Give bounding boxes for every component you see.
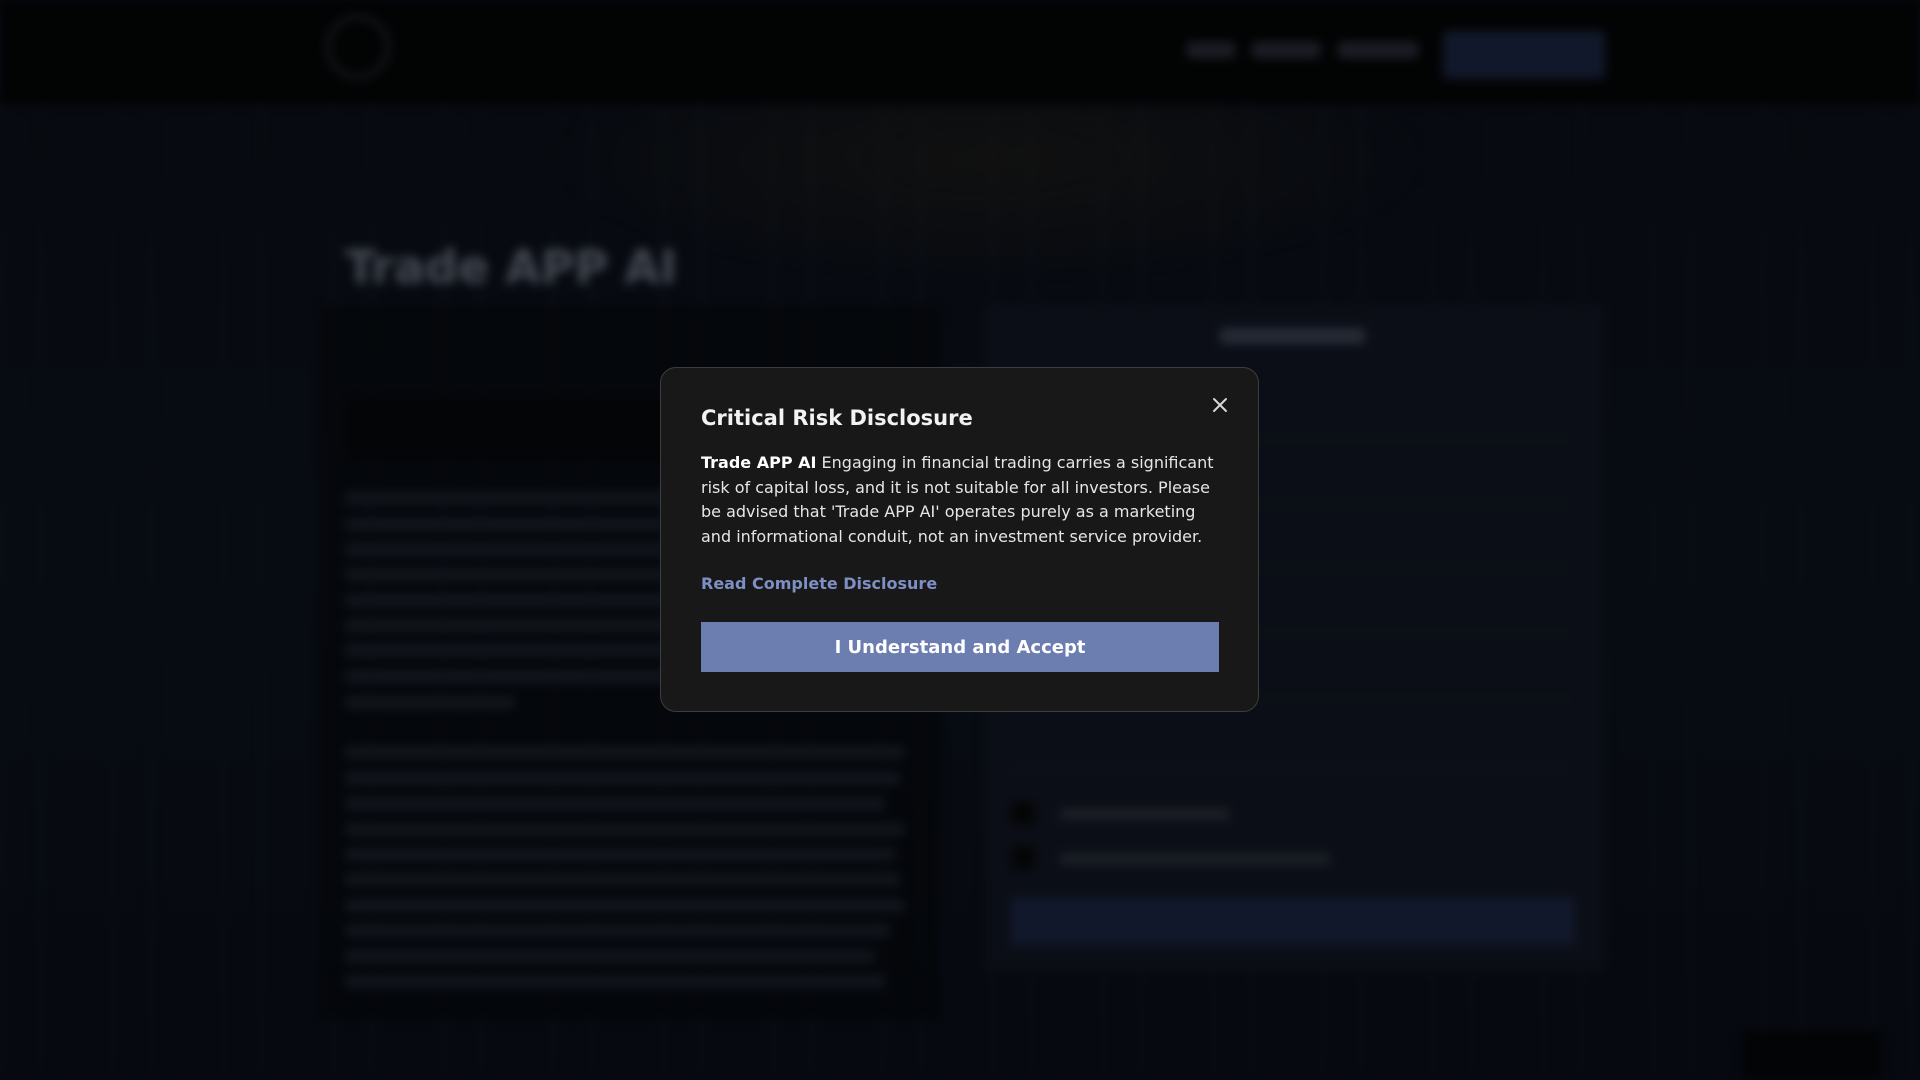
modal-title: Critical Risk Disclosure <box>701 406 973 430</box>
close-icon <box>1213 398 1227 412</box>
close-button[interactable] <box>1200 385 1240 425</box>
accept-button[interactable]: I Understand and Accept <box>701 622 1219 672</box>
page: Trade APP AI Critical Risk Disclosure Tr… <box>0 0 1920 1080</box>
modal-body: Trade APP AI Engaging in financial tradi… <box>701 451 1221 549</box>
modal-body-brand: Trade APP AI <box>701 453 817 472</box>
read-disclosure-link[interactable]: Read Complete Disclosure <box>701 574 937 593</box>
